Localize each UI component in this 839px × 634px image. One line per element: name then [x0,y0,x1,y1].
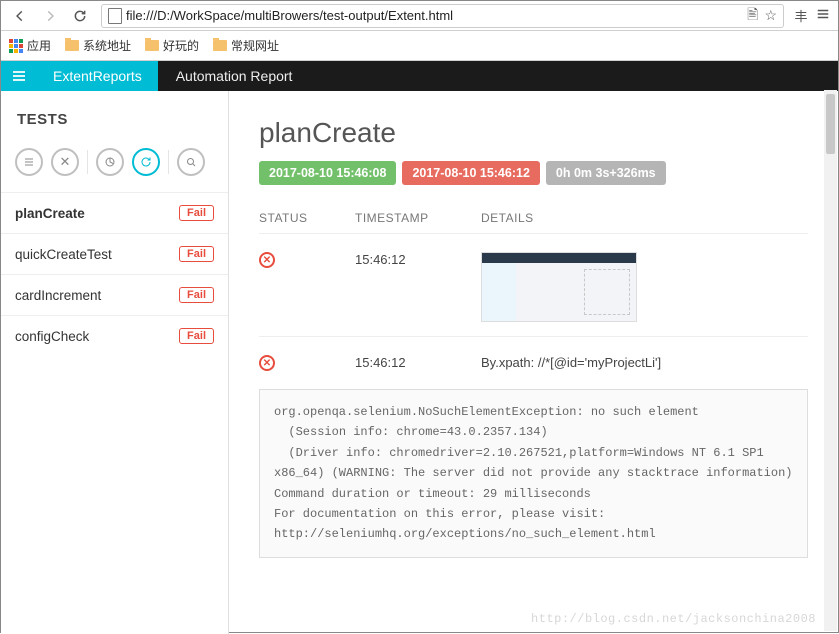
forward-button[interactable] [37,4,63,28]
apps-icon [9,39,23,53]
report-title: Automation Report [158,68,311,84]
apps-button[interactable]: 应用 [9,37,51,54]
step-row: ✕ 15:46:12 [259,234,808,337]
test-item-cardincrement[interactable]: cardIncrement Fail [1,274,228,315]
app-header: ExtentReports Automation Report [1,61,838,91]
page-icon [108,8,122,24]
back-button[interactable] [7,4,33,28]
sidebar-title: TESTS [1,91,228,138]
translate-icon[interactable]: 🖹 [747,4,758,28]
detail-panel: planCreate 2017-08-10 15:46:08 2017-08-1… [229,91,838,634]
chart-button[interactable] [96,148,124,176]
menu-icon[interactable] [814,7,832,24]
start-time-chip: 2017-08-10 15:46:08 [259,161,396,185]
step-row: ✕ 15:46:12 By.xpath: //*[@id='myProjectL… [259,337,808,385]
bookmark-folder[interactable]: 好玩的 [145,37,199,54]
status-badge: Fail [179,328,214,344]
test-item-configcheck[interactable]: configCheck Fail [1,315,228,356]
duration-chip: 0h 0m 3s+326ms [546,161,666,185]
watermark: http://blog.csdn.net/jacksonchina2008 [531,612,816,626]
screenshot-thumb[interactable] [481,252,637,322]
clear-button[interactable]: ✕ [51,148,79,176]
step-time: 15:46:12 [355,252,445,267]
col-status: STATUS [259,211,319,225]
address-bar[interactable]: file:///D:/WorkSpace/multiBrowers/test-o… [101,4,784,28]
url-text: file:///D:/WorkSpace/multiBrowers/test-o… [126,8,741,23]
detail-title: planCreate [259,117,808,149]
folder-icon [213,40,227,51]
bookmark-folder[interactable]: 常规网址 [213,37,279,54]
refresh-button[interactable] [132,148,160,176]
sidebar: TESTS ✕ planCreate Fail quickCreateTest [1,91,229,634]
end-time-chip: 2017-08-10 15:46:12 [402,161,539,185]
reload-button[interactable] [67,4,93,28]
chips-row: 2017-08-10 15:46:08 2017-08-10 15:46:12 … [259,161,808,185]
sidebar-toggle[interactable] [1,61,37,91]
fail-icon: ✕ [259,355,275,371]
brand[interactable]: ExtentReports [37,61,158,91]
test-item-quickcreatetest[interactable]: quickCreateTest Fail [1,233,228,274]
filter-row: ✕ [1,138,228,192]
star-icon[interactable]: ☆ [764,7,777,24]
main-area: TESTS ✕ planCreate Fail quickCreateTest [1,91,838,634]
test-name: configCheck [15,329,89,344]
status-badge: Fail [179,205,214,221]
step-detail: By.xpath: //*[@id='myProjectLi'] [481,355,808,370]
search-button[interactable] [177,148,205,176]
test-name: planCreate [15,206,85,221]
steps-header: STATUS TIMESTAMP DETAILS [259,211,808,234]
status-badge: Fail [179,287,214,303]
col-timestamp: TIMESTAMP [355,211,445,225]
folder-icon [145,40,159,51]
bookmarks-bar: 应用 系统地址 好玩的 常规网址 [1,31,838,61]
step-time: 15:46:12 [355,355,445,370]
test-item-plancreate[interactable]: planCreate Fail [1,192,228,233]
status-badge: Fail [179,246,214,262]
bookmark-folder[interactable]: 系统地址 [65,37,131,54]
extension-icon[interactable]: 丰 [792,6,810,25]
apps-label: 应用 [27,37,51,54]
col-details: DETAILS [481,211,534,225]
browser-toolbar: file:///D:/WorkSpace/multiBrowers/test-o… [1,1,838,31]
list-view-button[interactable] [15,148,43,176]
stacktrace-box[interactable]: org.openqa.selenium.NoSuchElementExcepti… [259,389,808,558]
page-scrollbar[interactable] [824,90,837,631]
folder-icon [65,40,79,51]
fail-icon: ✕ [259,252,275,268]
test-name: cardIncrement [15,288,101,303]
test-name: quickCreateTest [15,247,112,262]
